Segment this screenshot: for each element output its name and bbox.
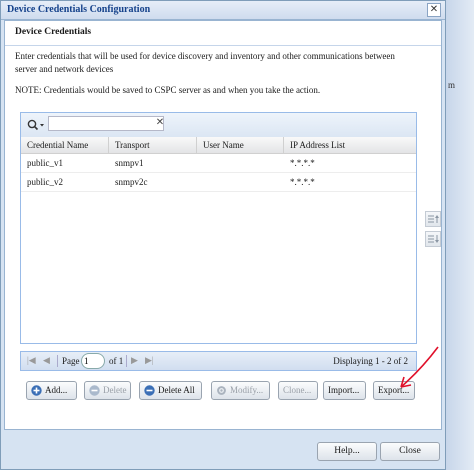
page-count-label: of 1 <box>109 356 124 366</box>
column-header-ip-address-list[interactable]: IP Address List <box>284 137 418 153</box>
clone-button[interactable]: Clone... <box>278 381 318 400</box>
pager-separator <box>57 355 58 367</box>
description-text: Enter credentials that will be used for … <box>15 51 395 74</box>
pager-separator <box>126 355 127 367</box>
first-page-icon[interactable]: |◀ <box>27 355 36 366</box>
modify-button-label: Modify... <box>230 385 264 395</box>
column-header-transport[interactable]: Transport <box>109 137 197 153</box>
section-title: Device Credentials <box>15 27 92 37</box>
cell-ip-address-list: *.*.*.* <box>290 158 315 168</box>
delete-all-button-label: Delete All <box>158 385 195 395</box>
divider <box>5 45 441 46</box>
grid-toolbar: ✕ <box>21 113 416 138</box>
last-page-icon[interactable]: ▶| <box>145 355 154 366</box>
delete-all-button[interactable]: Delete All <box>139 381 202 400</box>
cell-user-name <box>197 154 203 172</box>
cell-transport: snmpv1 <box>115 158 144 168</box>
grid-header: Credential Name Transport User Name IP A… <box>21 137 416 154</box>
sort-up-icon <box>428 215 439 223</box>
column-header-user-name[interactable]: User Name <box>197 137 284 153</box>
delete-button[interactable]: Delete <box>84 381 131 400</box>
note-text: NOTE: Credentials would be saved to CSPC… <box>15 85 321 95</box>
add-button[interactable]: Add... <box>26 381 77 400</box>
cell-credential-name: public_v2 <box>27 177 63 187</box>
delete-button-label: Delete <box>103 385 127 395</box>
cell-ip-address-list: *.*.*.* <box>290 177 315 187</box>
background-window-edge: m <box>446 0 474 470</box>
import-button[interactable]: Import... <box>323 381 366 400</box>
prev-page-icon[interactable]: ◀ <box>43 355 50 366</box>
cell-transport: snmpv2c <box>115 177 148 187</box>
credentials-panel: Device Credentials Enter credentials tha… <box>4 20 442 430</box>
cell-user-name <box>197 173 203 191</box>
minus-icon <box>144 385 155 397</box>
column-header-credential-name[interactable]: Credential Name <box>21 137 109 153</box>
page-number-input[interactable] <box>81 353 105 369</box>
sort-down-icon <box>428 235 439 243</box>
move-up-button[interactable] <box>425 211 441 227</box>
close-button[interactable]: Close <box>380 442 440 461</box>
help-button[interactable]: Help... <box>317 442 377 461</box>
dialog-titlebar[interactable]: Device Credentials Configuration ✕ <box>1 1 445 20</box>
credentials-grid: ✕ Credential Name Transport User Name IP… <box>20 112 417 344</box>
modify-button[interactable]: Modify... <box>211 381 270 400</box>
import-button-label: Import... <box>328 385 360 395</box>
minus-icon <box>89 385 100 397</box>
table-row[interactable]: public_v2 snmpv2c *.*.*.* <box>21 173 416 192</box>
paging-toolbar: |◀ ◀ Page of 1 ▶ ▶| Displaying 1 - 2 of … <box>20 351 417 371</box>
add-button-label: Add... <box>45 385 68 395</box>
device-credentials-dialog: Device Credentials Configuration ✕ Devic… <box>0 0 446 470</box>
page-label: Page <box>62 356 80 366</box>
cell-credential-name: public_v1 <box>27 158 63 168</box>
clone-button-label: Clone... <box>283 385 312 395</box>
gear-icon <box>217 386 226 396</box>
background-text: m <box>448 80 456 90</box>
dialog-title: Device Credentials Configuration <box>7 4 151 15</box>
annotation-arrow-icon <box>400 346 439 388</box>
move-down-button[interactable] <box>425 231 441 247</box>
action-toolbar: Add... Delete Delete All Modify... Clone… <box>26 381 426 403</box>
search-icon[interactable] <box>26 118 46 132</box>
table-row[interactable]: public_v1 snmpv1 *.*.*.* <box>21 154 416 173</box>
next-page-icon[interactable]: ▶ <box>131 355 138 366</box>
clear-search-icon[interactable]: ✕ <box>155 117 165 129</box>
search-input[interactable] <box>48 116 164 131</box>
plus-icon <box>31 385 42 397</box>
close-icon[interactable]: ✕ <box>427 3 441 17</box>
